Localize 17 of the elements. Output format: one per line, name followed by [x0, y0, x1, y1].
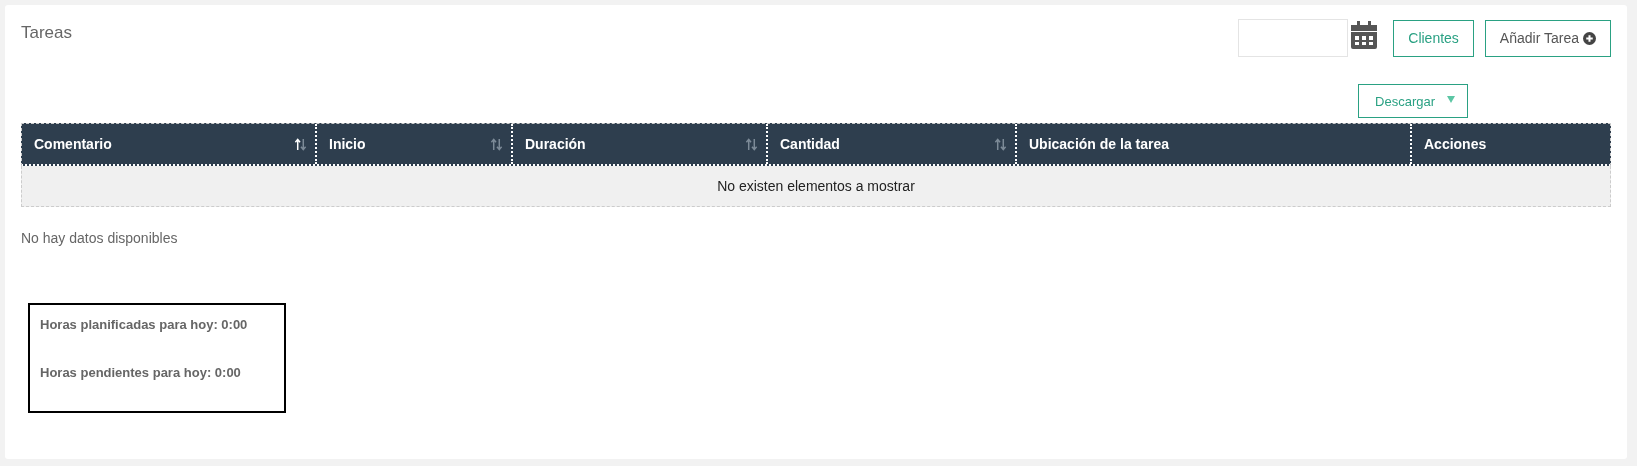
- hours-summary: Horas pendientes para hoy: 0:00: [40, 365, 242, 380]
- calendar-icon[interactable]: [1351, 21, 1378, 49]
- sort-icon[interactable]: [294, 137, 307, 151]
- no-data-message: No hay datos disponibles: [21, 230, 179, 246]
- date-field[interactable]: [1238, 19, 1349, 57]
- caret-icon: [1447, 95, 1455, 103]
- column-header[interactable]: Acciones: [1412, 124, 1610, 164]
- page-title: Tareas: [21, 23, 73, 43]
- column-header[interactable]: Comentario: [22, 124, 317, 164]
- column-header[interactable]: Ubicación de la tarea: [1017, 124, 1412, 164]
- column-header[interactable]: Duración: [513, 124, 768, 164]
- empty-table-message: No existen elementos a mostrar: [21, 166, 1611, 207]
- hours-summary: Horas planificadas para hoy: 0:00: [40, 317, 249, 332]
- column-header[interactable]: Cantidad: [768, 124, 1017, 164]
- plus-circle-icon: [1583, 31, 1596, 45]
- column-header[interactable]: Inicio: [317, 124, 513, 164]
- add-task-button[interactable]: Añadir Tarea: [1484, 19, 1611, 57]
